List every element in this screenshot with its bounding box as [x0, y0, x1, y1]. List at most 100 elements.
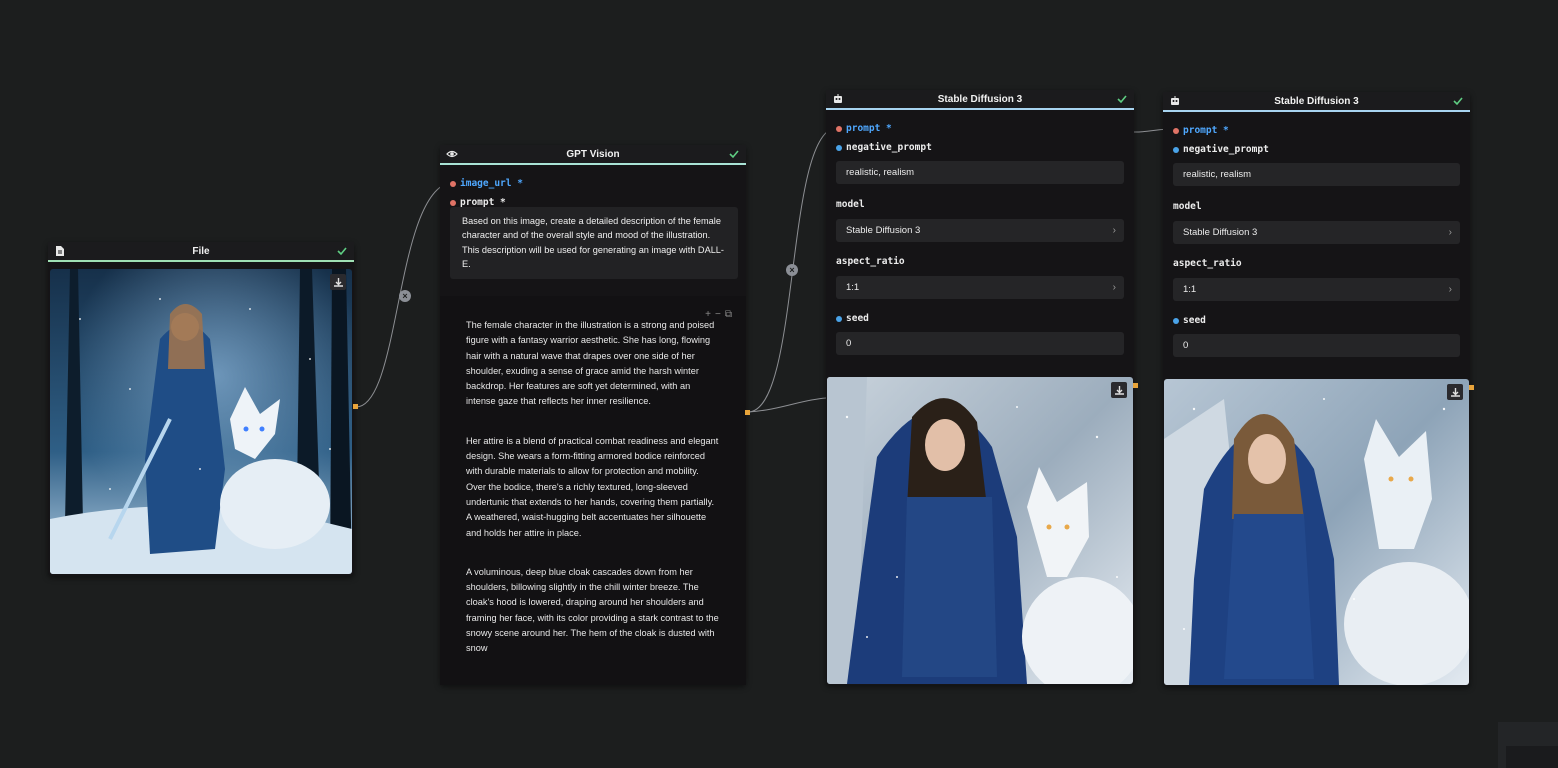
text-tools: +−⧉ [705, 309, 736, 320]
output-paragraph: A voluminous, deep blue cloak cascades d… [466, 566, 719, 654]
document-icon [56, 246, 64, 256]
download-icon [1450, 387, 1460, 397]
param-label: negative_prompt [846, 142, 932, 153]
check-icon [1117, 95, 1127, 104]
field-value: 0 [1183, 340, 1189, 351]
field-value: realistic, realism [1183, 169, 1252, 180]
param-label: seed [1183, 315, 1206, 326]
robot-icon [834, 94, 842, 103]
edge-remove-button-2[interactable]: × [786, 264, 798, 276]
param-label: model [836, 199, 865, 210]
input-port-dot[interactable] [450, 180, 456, 187]
param-label: seed [846, 313, 869, 324]
gpt-node-header[interactable]: GPT Vision [440, 145, 746, 163]
param-label: prompt * [1183, 125, 1229, 136]
uploaded-image [50, 269, 352, 574]
chevron-right-icon: › [1448, 284, 1452, 295]
aspect-ratio-select[interactable]: 1:1 › [836, 276, 1124, 299]
param-seed[interactable]: seed [1173, 315, 1206, 326]
file-node-header[interactable]: File [48, 242, 354, 260]
file-node[interactable]: File [48, 242, 358, 576]
node-status-bar [440, 163, 746, 165]
param-seed[interactable]: seed [836, 313, 869, 324]
field-value: Stable Diffusion 3 [846, 225, 921, 236]
download-button[interactable] [1111, 382, 1127, 398]
chevron-right-icon: › [1112, 282, 1116, 293]
param-model: model [836, 199, 865, 210]
output-port[interactable] [353, 404, 358, 409]
param-image-url[interactable]: image_url * [450, 178, 523, 189]
download-icon [1114, 385, 1124, 395]
param-label: prompt * [846, 123, 892, 134]
input-port-dot[interactable] [450, 199, 456, 206]
stable-diffusion-node-2[interactable]: Stable Diffusion 3 prompt * negative_pro… [1163, 92, 1474, 686]
eye-icon [446, 150, 458, 158]
output-port[interactable] [1469, 385, 1474, 390]
download-button[interactable] [1447, 384, 1463, 400]
edge-remove-button-1[interactable]: × [399, 290, 411, 302]
param-label: image_url * [460, 178, 523, 189]
param-prompt[interactable]: prompt * [1173, 125, 1229, 136]
param-aspect-ratio: aspect_ratio [1173, 258, 1242, 269]
generated-image [827, 377, 1133, 684]
field-value: Stable Diffusion 3 [1183, 227, 1258, 238]
download-button[interactable] [330, 274, 346, 290]
robot-icon [1171, 96, 1179, 105]
field-value: realistic, realism [846, 167, 915, 178]
sd-node-header[interactable]: Stable Diffusion 3 [826, 90, 1134, 108]
check-icon [337, 247, 347, 256]
node-status-bar [826, 108, 1134, 110]
node-title: Stable Diffusion 3 [937, 93, 1023, 105]
param-label: aspect_ratio [1173, 258, 1242, 269]
prompt-textarea[interactable]: Based on this image, create a detailed d… [450, 207, 738, 279]
output-text-area[interactable]: The female character in the illustration… [440, 296, 746, 685]
chevron-right-icon: › [1448, 227, 1452, 238]
gpt-vision-node[interactable]: GPT Vision image_url * prompt * Based on… [440, 145, 750, 685]
input-port-dot[interactable] [1173, 146, 1179, 153]
param-negative-prompt[interactable]: negative_prompt [836, 142, 932, 153]
node-title: File [192, 245, 210, 257]
minus-icon[interactable]: − [715, 309, 725, 320]
node-title: Stable Diffusion 3 [1274, 95, 1359, 107]
sd-node-header[interactable]: Stable Diffusion 3 [1163, 92, 1470, 110]
plus-icon[interactable]: + [705, 309, 715, 320]
param-aspect-ratio: aspect_ratio [836, 256, 905, 267]
param-label: model [1173, 201, 1202, 212]
edge-gpt-to-sd1-b [747, 397, 827, 413]
node-status-bar [48, 260, 354, 262]
negative-prompt-input[interactable]: realistic, realism [1173, 163, 1460, 186]
node-status-bar [1163, 110, 1470, 112]
param-label: negative_prompt [1183, 144, 1269, 155]
output-port[interactable] [745, 410, 750, 415]
model-select[interactable]: Stable Diffusion 3 › [1173, 221, 1460, 244]
check-icon [729, 150, 739, 159]
chevron-right-icon: › [1112, 225, 1116, 236]
field-value: 1:1 [1183, 284, 1197, 295]
field-value: 0 [846, 338, 852, 349]
field-value: 1:1 [846, 282, 860, 293]
seed-input[interactable]: 0 [836, 332, 1124, 355]
param-prompt[interactable]: prompt * [836, 123, 892, 134]
output-port[interactable] [1133, 383, 1138, 388]
output-paragraph: The female character in the illustration… [466, 320, 715, 407]
param-label: aspect_ratio [836, 256, 905, 267]
input-port-dot[interactable] [1173, 127, 1179, 134]
check-icon [1453, 97, 1463, 106]
node-title: GPT Vision [566, 148, 620, 160]
copy-icon[interactable]: ⧉ [725, 309, 736, 320]
param-model: model [1173, 201, 1202, 212]
input-port-dot[interactable] [1173, 317, 1179, 324]
download-icon [333, 277, 343, 287]
input-port-dot[interactable] [836, 315, 842, 322]
input-port-dot[interactable] [836, 144, 842, 151]
input-port-dot[interactable] [836, 125, 842, 132]
param-negative-prompt[interactable]: negative_prompt [1173, 144, 1269, 155]
stable-diffusion-node-1[interactable]: Stable Diffusion 3 prompt * negative_pro… [826, 90, 1138, 685]
seed-input[interactable]: 0 [1173, 334, 1460, 357]
output-paragraph: Her attire is a blend of practical comba… [466, 435, 719, 538]
minimap-viewport[interactable] [1506, 746, 1558, 768]
negative-prompt-input[interactable]: realistic, realism [836, 161, 1124, 184]
generated-image [1164, 379, 1469, 685]
aspect-ratio-select[interactable]: 1:1 › [1173, 278, 1460, 301]
model-select[interactable]: Stable Diffusion 3 › [836, 219, 1124, 242]
